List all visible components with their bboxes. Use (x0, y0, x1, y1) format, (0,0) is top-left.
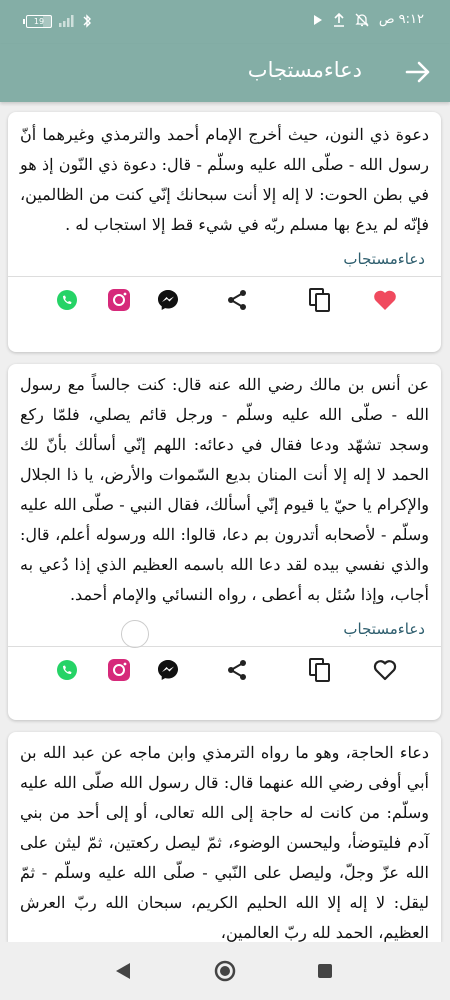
upload-icon (333, 12, 344, 27)
instagram-icon (108, 289, 130, 311)
dua-category-tag[interactable]: دعاءمستجاب (8, 620, 441, 638)
nav-home-button[interactable] (214, 960, 236, 986)
share-button[interactable] (222, 655, 252, 685)
card-actions (8, 647, 441, 693)
signal-off-icon (59, 15, 74, 27)
copy-button[interactable] (305, 285, 335, 315)
circle-home-icon (214, 960, 236, 982)
whatsapp-share-button[interactable] (52, 285, 82, 315)
touch-indicator (121, 620, 149, 648)
whatsapp-icon (57, 290, 77, 310)
square-recents-icon (318, 964, 332, 978)
status-bar: 19 ٩:١٢ ص (0, 0, 450, 44)
copy-button[interactable] (305, 655, 335, 685)
bluetooth-icon (83, 14, 91, 28)
share-button[interactable] (222, 285, 252, 315)
arrow-forward-icon (405, 61, 430, 83)
messenger-icon (158, 660, 178, 680)
back-button[interactable] (402, 54, 434, 90)
dua-card: عن أنس بن مالك رضي الله عنه قال: كنت جال… (8, 364, 441, 720)
messenger-share-button[interactable] (153, 285, 183, 315)
dua-category-tag[interactable]: دعاءمستجاب (8, 250, 441, 268)
status-left-icons: 19 (23, 14, 92, 28)
instagram-icon (108, 659, 130, 681)
notifications-off-icon (355, 13, 369, 26)
whatsapp-share-button[interactable] (52, 655, 82, 685)
instagram-share-button[interactable] (104, 285, 134, 315)
instagram-share-button[interactable] (104, 655, 134, 685)
status-time: ٩:١٢ ص (378, 12, 424, 27)
status-right-icons: ٩:١٢ ص (313, 12, 424, 27)
messenger-icon (158, 290, 178, 310)
play-icon (313, 14, 322, 25)
card-actions (8, 277, 441, 323)
triangle-back-icon (116, 963, 130, 979)
page-title: دعاءمستجاب (247, 58, 362, 82)
dua-text: دعاء الحاجة، وهو ما رواه الترمذي وابن ما… (20, 743, 429, 942)
favorite-button[interactable] (370, 655, 400, 685)
heart-filled-icon (374, 290, 396, 310)
copy-icon (309, 288, 330, 312)
nav-recents-button[interactable] (317, 963, 333, 983)
app-bar: دعاءمستجاب (0, 44, 450, 102)
dua-card: دعاء الحاجة، وهو ما رواه الترمذي وابن ما… (8, 732, 441, 942)
whatsapp-icon (57, 660, 77, 680)
favorite-button[interactable] (370, 285, 400, 315)
dua-card: دعوة ذي النون، حيث أخرج الإمام أحمد والت… (8, 112, 441, 352)
heart-outline-icon (373, 660, 397, 681)
system-nav-bar (0, 942, 450, 1000)
battery-level: 19 (33, 16, 45, 26)
dua-text: عن أنس بن مالك رضي الله عنه قال: كنت جال… (20, 375, 429, 604)
dua-text: دعوة ذي النون، حيث أخرج الإمام أحمد والت… (20, 125, 429, 234)
messenger-share-button[interactable] (153, 655, 183, 685)
copy-icon (309, 658, 330, 682)
battery-icon: 19 (23, 14, 52, 28)
share-icon (228, 290, 246, 310)
share-icon (228, 660, 246, 680)
nav-back-button[interactable] (114, 962, 132, 984)
